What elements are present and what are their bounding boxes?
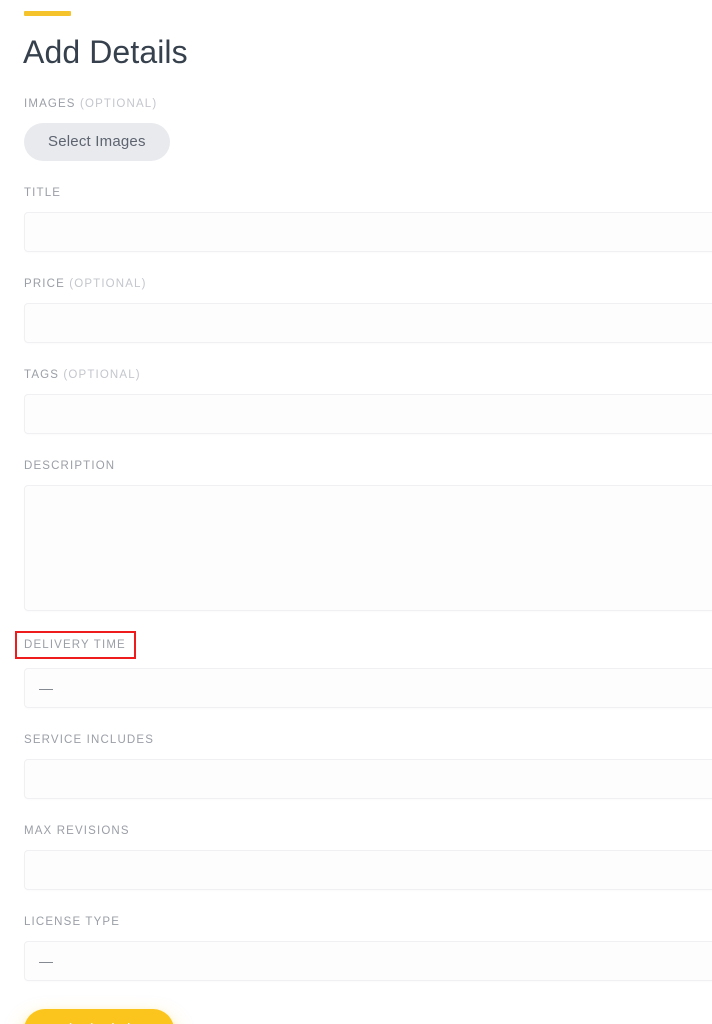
images-label-wrap: IMAGES (OPTIONAL)	[24, 97, 157, 111]
tags-optional-text: (OPTIONAL)	[63, 369, 140, 381]
service-includes-label-wrap: SERVICE INCLUDES	[24, 733, 154, 747]
submit-row: Submit Listing	[0, 1009, 712, 1024]
tags-label: TAGS (OPTIONAL)	[24, 368, 141, 382]
add-details-form: IMAGES (OPTIONAL) Select Images TITLE PR…	[0, 94, 712, 1024]
price-label: PRICE (OPTIONAL)	[24, 277, 147, 291]
images-label-text: IMAGES	[24, 98, 76, 110]
service-includes-label: SERVICE INCLUDES	[24, 733, 154, 747]
delivery-time-label-text: DELIVERY TIME	[24, 639, 126, 651]
description-label-wrap: DESCRIPTION	[24, 459, 115, 473]
title-input[interactable]	[24, 212, 712, 252]
field-service-includes: SERVICE INCLUDES	[0, 730, 712, 799]
delivery-time-selected-value: —	[39, 680, 53, 696]
delivery-time-select[interactable]: —	[24, 668, 712, 708]
price-label-text: PRICE	[24, 278, 65, 290]
tags-input[interactable]	[24, 394, 712, 434]
field-title: TITLE	[0, 183, 712, 252]
delivery-time-label: DELIVERY TIME	[24, 638, 126, 652]
add-details-page: Add Details IMAGES (OPTIONAL) Select Ima…	[0, 0, 712, 1024]
price-optional-text: (OPTIONAL)	[69, 278, 146, 290]
service-includes-input[interactable]	[24, 759, 712, 799]
field-price: PRICE (OPTIONAL)	[0, 274, 712, 343]
license-type-label: LICENSE TYPE	[24, 915, 120, 929]
field-description: DESCRIPTION	[0, 456, 712, 611]
field-delivery-time: DELIVERY TIME —	[0, 633, 712, 708]
images-label: IMAGES (OPTIONAL)	[24, 97, 157, 111]
images-optional-text: (OPTIONAL)	[80, 98, 157, 110]
field-images: IMAGES (OPTIONAL) Select Images	[0, 94, 712, 161]
page-title: Add Details	[23, 30, 188, 74]
title-label: TITLE	[24, 186, 61, 200]
description-label: DESCRIPTION	[24, 459, 115, 473]
field-max-revisions: MAX REVISIONS	[0, 821, 712, 890]
price-label-wrap: PRICE (OPTIONAL)	[24, 277, 147, 291]
max-revisions-label-text: MAX REVISIONS	[24, 825, 130, 837]
service-includes-label-text: SERVICE INCLUDES	[24, 734, 154, 746]
title-accent-rule	[24, 11, 71, 16]
license-type-label-wrap: LICENSE TYPE	[24, 915, 120, 929]
delivery-time-label-annotation-box: DELIVERY TIME	[17, 633, 134, 657]
tags-label-wrap: TAGS (OPTIONAL)	[24, 368, 141, 382]
description-textarea[interactable]	[24, 485, 712, 611]
field-tags: TAGS (OPTIONAL)	[0, 365, 712, 434]
license-type-select[interactable]: —	[24, 941, 712, 981]
license-type-selected-value: —	[39, 953, 53, 969]
max-revisions-label-wrap: MAX REVISIONS	[24, 824, 130, 838]
field-license-type: LICENSE TYPE —	[0, 912, 712, 981]
submit-listing-button[interactable]: Submit Listing	[24, 1009, 174, 1024]
title-label-text: TITLE	[24, 187, 61, 199]
price-input[interactable]	[24, 303, 712, 343]
select-images-button[interactable]: Select Images	[24, 123, 170, 161]
title-label-wrap: TITLE	[24, 186, 61, 200]
description-label-text: DESCRIPTION	[24, 460, 115, 472]
max-revisions-label: MAX REVISIONS	[24, 824, 130, 838]
max-revisions-input[interactable]	[24, 850, 712, 890]
tags-label-text: TAGS	[24, 369, 59, 381]
license-type-label-text: LICENSE TYPE	[24, 916, 120, 928]
